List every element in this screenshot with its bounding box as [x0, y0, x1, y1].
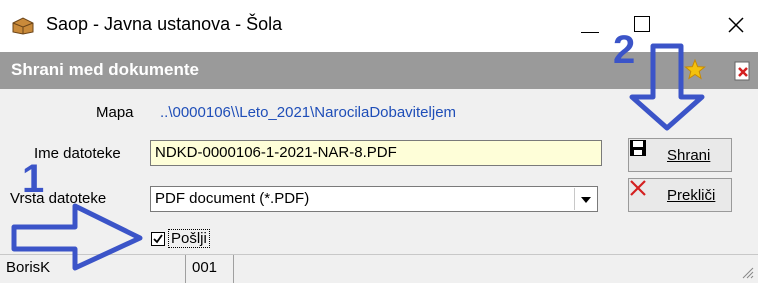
- dialog-header: Shrani med dokumente: [0, 52, 758, 89]
- status-code: 001: [186, 255, 234, 283]
- status-bar: BorisK 001: [0, 254, 758, 283]
- folder-label: Mapa: [96, 104, 134, 121]
- folder-path: ..\0000106\\Leto_2021\NarocilaDobavitelj…: [160, 104, 457, 121]
- status-panel: [234, 255, 758, 283]
- send-checkbox[interactable]: [151, 232, 165, 246]
- star-icon[interactable]: [683, 58, 707, 82]
- cancel-button-label: Prekliči: [667, 187, 716, 204]
- save-button-label: Shrani: [667, 147, 711, 164]
- chevron-down-icon[interactable]: [574, 188, 597, 210]
- filetype-select[interactable]: PDF document (*.PDF): [150, 186, 598, 212]
- app-icon: [12, 17, 34, 35]
- dialog-title: Shrani med dokumente: [11, 60, 199, 79]
- title-bar: Saop - Javna ustanova - Šola: [0, 0, 758, 52]
- filename-label: Ime datoteke: [34, 145, 121, 162]
- cancel-button[interactable]: Prekliči: [628, 178, 732, 212]
- filename-input[interactable]: NDKD-0000106-1-2021-NAR-8.PDF: [150, 140, 602, 166]
- send-checkbox-label[interactable]: Pošlji: [168, 229, 210, 248]
- window-title: Saop - Javna ustanova - Šola: [46, 14, 283, 34]
- delete-icon[interactable]: [734, 61, 752, 81]
- status-user: BorisK: [0, 255, 186, 283]
- resize-grip-icon[interactable]: [742, 267, 754, 279]
- minimize-icon[interactable]: [571, 10, 611, 42]
- close-icon[interactable]: [716, 10, 756, 42]
- cancel-x-icon: [630, 180, 646, 196]
- annotation-step-1: 1: [22, 157, 45, 201]
- checkmark-icon: [153, 234, 163, 244]
- annotation-step-2: 2: [613, 28, 636, 72]
- floppy-disk-icon: [630, 140, 646, 156]
- save-button[interactable]: Shrani: [628, 138, 732, 172]
